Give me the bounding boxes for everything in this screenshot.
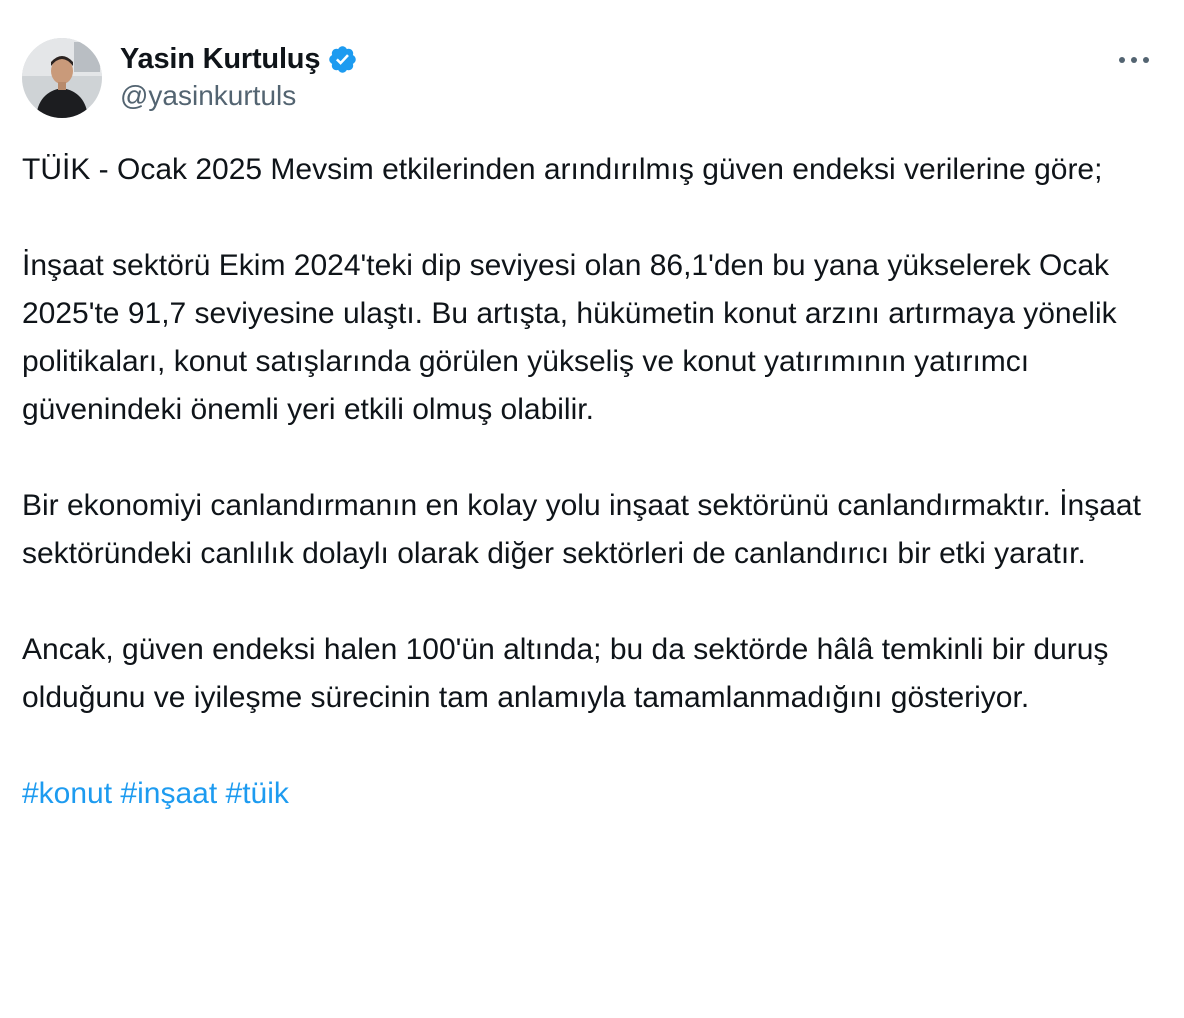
avatar-photo-icon: [22, 38, 102, 118]
author-avatar[interactable]: [22, 38, 102, 118]
tweet-paragraph: İnşaat sektörü Ekim 2024'teki dip seviye…: [22, 249, 1117, 426]
tweet-paragraph: Ancak, güven endeksi halen 100'ün altınd…: [22, 633, 1109, 714]
hashtag-link[interactable]: #inşaat: [120, 777, 217, 810]
author-handle[interactable]: @yasinkurtuls: [120, 80, 358, 112]
tweet-card: Yasin Kurtuluş @yasinkurtuls TÜİK - Ocak…: [0, 0, 1184, 1018]
verified-badge-icon[interactable]: [327, 44, 358, 75]
tweet-paragraph: Bir ekonomiyi canlandırmanın en kolay yo…: [22, 489, 1141, 570]
hashtag-list: #konut #inşaat #tüik: [22, 770, 1162, 818]
more-options-icon[interactable]: [1112, 44, 1156, 76]
tweet-body: TÜİK - Ocak 2025 Mevsim etkilerinden arı…: [22, 146, 1162, 818]
author-display-name[interactable]: Yasin Kurtuluş: [120, 43, 320, 76]
hashtag-link[interactable]: #konut: [22, 777, 112, 810]
tweet-paragraph: TÜİK - Ocak 2025 Mevsim etkilerinden arı…: [22, 153, 1103, 186]
author-info: Yasin Kurtuluş @yasinkurtuls: [120, 40, 358, 112]
hashtag-link[interactable]: #tüik: [226, 777, 289, 810]
author-name-row: Yasin Kurtuluş: [120, 40, 358, 78]
